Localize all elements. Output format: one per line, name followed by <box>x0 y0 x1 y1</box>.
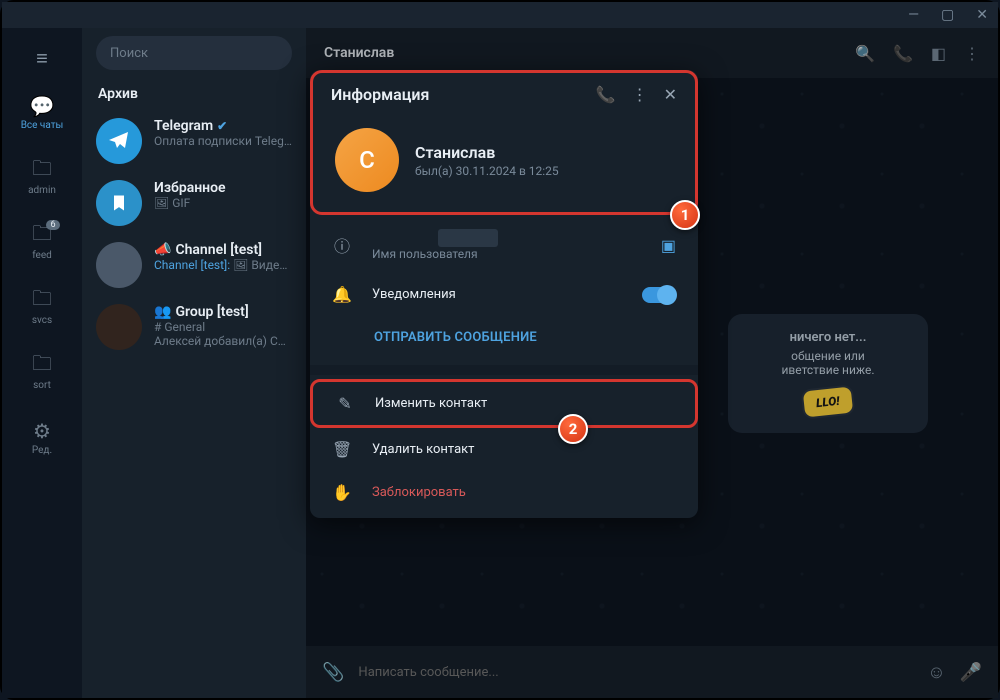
chat-list-panel: Поиск Архив Telegram ✔ Оплата подписки Te… <box>82 28 306 698</box>
block-contact-row[interactable]: ✋ Заблокировать <box>310 471 698 514</box>
profile-last-seen: был(а) 30.11.2024 в 12:25 <box>415 164 559 178</box>
pencil-icon: ✎ <box>335 394 355 413</box>
archive-row[interactable]: Архив <box>82 78 306 110</box>
modal-title: Информация <box>331 85 580 104</box>
profile-avatar[interactable]: С <box>335 128 399 192</box>
call-icon[interactable]: 📞 <box>596 85 616 104</box>
window-titlebar: — ▢ ✕ <box>2 2 998 28</box>
verified-icon: ✔ <box>217 119 227 133</box>
bell-icon: 🔔 <box>332 285 352 304</box>
chat-name: 📣 Channel [test] <box>154 242 292 258</box>
folder-icon: 🗀 <box>32 159 52 183</box>
chats-icon: 💬 <box>30 94 55 118</box>
folder-all-chats[interactable]: 💬 Все чаты <box>12 89 72 136</box>
modal-separator <box>310 365 698 375</box>
unread-badge: 6 <box>46 220 60 230</box>
more-icon[interactable]: ⋮ <box>632 85 648 104</box>
folder-label: Все чаты <box>21 120 64 131</box>
folder-svcs[interactable]: 🗀 svcs <box>12 284 72 331</box>
username-value <box>438 229 498 247</box>
bookmark-icon <box>96 180 142 226</box>
notifications-label: Уведомления <box>372 287 622 302</box>
annotation-marker-1: 1 <box>670 200 700 230</box>
avatar <box>96 304 142 350</box>
contact-info-modal: Информация 📞 ⋮ ✕ С Станислав был(а) 30.1… <box>310 70 698 518</box>
chat-preview: Channel [test]: 🖼 Видео… <box>154 258 292 272</box>
edit-contact-row[interactable]: ✎ Изменить контакт <box>313 382 695 425</box>
settings-icon: ⚙ <box>33 419 51 443</box>
chat-row-saved[interactable]: Избранное 🖼 GIF <box>82 172 306 234</box>
avatar <box>96 242 142 288</box>
annotation-box-2: ✎ Изменить контакт <box>310 379 698 428</box>
modal-header: Информация 📞 ⋮ ✕ <box>313 73 695 116</box>
window-maximize[interactable]: ▢ <box>941 7 954 23</box>
chat-preview2: Алексей добавил(а) Сем… <box>154 334 292 348</box>
chat-preview: # General <box>154 320 292 334</box>
delete-contact-label: Удалить контакт <box>372 442 676 457</box>
info-icon: ⓘ <box>332 233 352 257</box>
chat-name: Избранное <box>154 180 292 196</box>
chat-row-channel[interactable]: 📣 Channel [test] Channel [test]: 🖼 Видео… <box>82 234 306 296</box>
username-row[interactable]: ⓘ Имя пользователя ▣ <box>310 219 698 273</box>
edit-contact-label: Изменить контакт <box>375 396 673 411</box>
window-close[interactable]: ✕ <box>976 7 988 23</box>
annotation-marker-2: 2 <box>558 414 588 444</box>
chat-row-group[interactable]: 👥 Group [test] # General Алексей добавил… <box>82 296 306 358</box>
block-icon: ✋ <box>332 483 352 502</box>
folder-label: Ред. <box>32 445 52 456</box>
folder-edit[interactable]: ⚙ Ред. <box>12 414 72 461</box>
menu-icon[interactable]: ≡ <box>36 46 48 71</box>
notifications-toggle[interactable] <box>642 287 676 303</box>
folder-icon: 🗀6 <box>32 224 52 248</box>
qr-icon[interactable]: ▣ <box>661 236 676 255</box>
folders-sidebar: ≡ 💬 Все чаты 🗀 admin 🗀6 feed 🗀 svcs 🗀 so… <box>2 28 82 698</box>
chat-name: 👥 Group [test] <box>154 304 292 320</box>
folder-feed[interactable]: 🗀6 feed <box>12 219 72 266</box>
search-row: Поиск <box>82 28 306 78</box>
folder-icon: 🗀 <box>32 289 52 313</box>
profile-summary: С Станислав был(а) 30.11.2024 в 12:25 <box>313 116 695 212</box>
chat-preview: Оплата подписки Telegr… <box>154 134 292 148</box>
notifications-row[interactable]: 🔔 Уведомления <box>310 273 698 316</box>
trash-icon: 🗑 <box>332 440 352 459</box>
annotation-box-1: Информация 📞 ⋮ ✕ С Станислав был(а) 30.1… <box>310 70 698 215</box>
delete-contact-row[interactable]: 🗑 Удалить контакт <box>310 428 698 471</box>
avatar-icon <box>96 118 142 164</box>
window-minimize[interactable]: — <box>908 7 919 23</box>
folder-icon: 🗀 <box>32 354 52 378</box>
block-label: Заблокировать <box>372 485 676 500</box>
folder-sort[interactable]: 🗀 sort <box>12 349 72 396</box>
chat-preview: 🖼 GIF <box>154 196 292 210</box>
folder-admin[interactable]: 🗀 admin <box>12 154 72 201</box>
send-message-button[interactable]: ОТПРАВИТЬ СООБЩЕНИЕ <box>310 316 698 361</box>
username-label: Имя пользователя <box>372 247 641 261</box>
chat-row-telegram[interactable]: Telegram ✔ Оплата подписки Telegr… <box>82 110 306 172</box>
profile-name: Станислав <box>415 143 559 162</box>
search-input[interactable]: Поиск <box>96 36 292 70</box>
chat-name: Telegram <box>154 118 213 134</box>
close-icon[interactable]: ✕ <box>664 85 677 104</box>
